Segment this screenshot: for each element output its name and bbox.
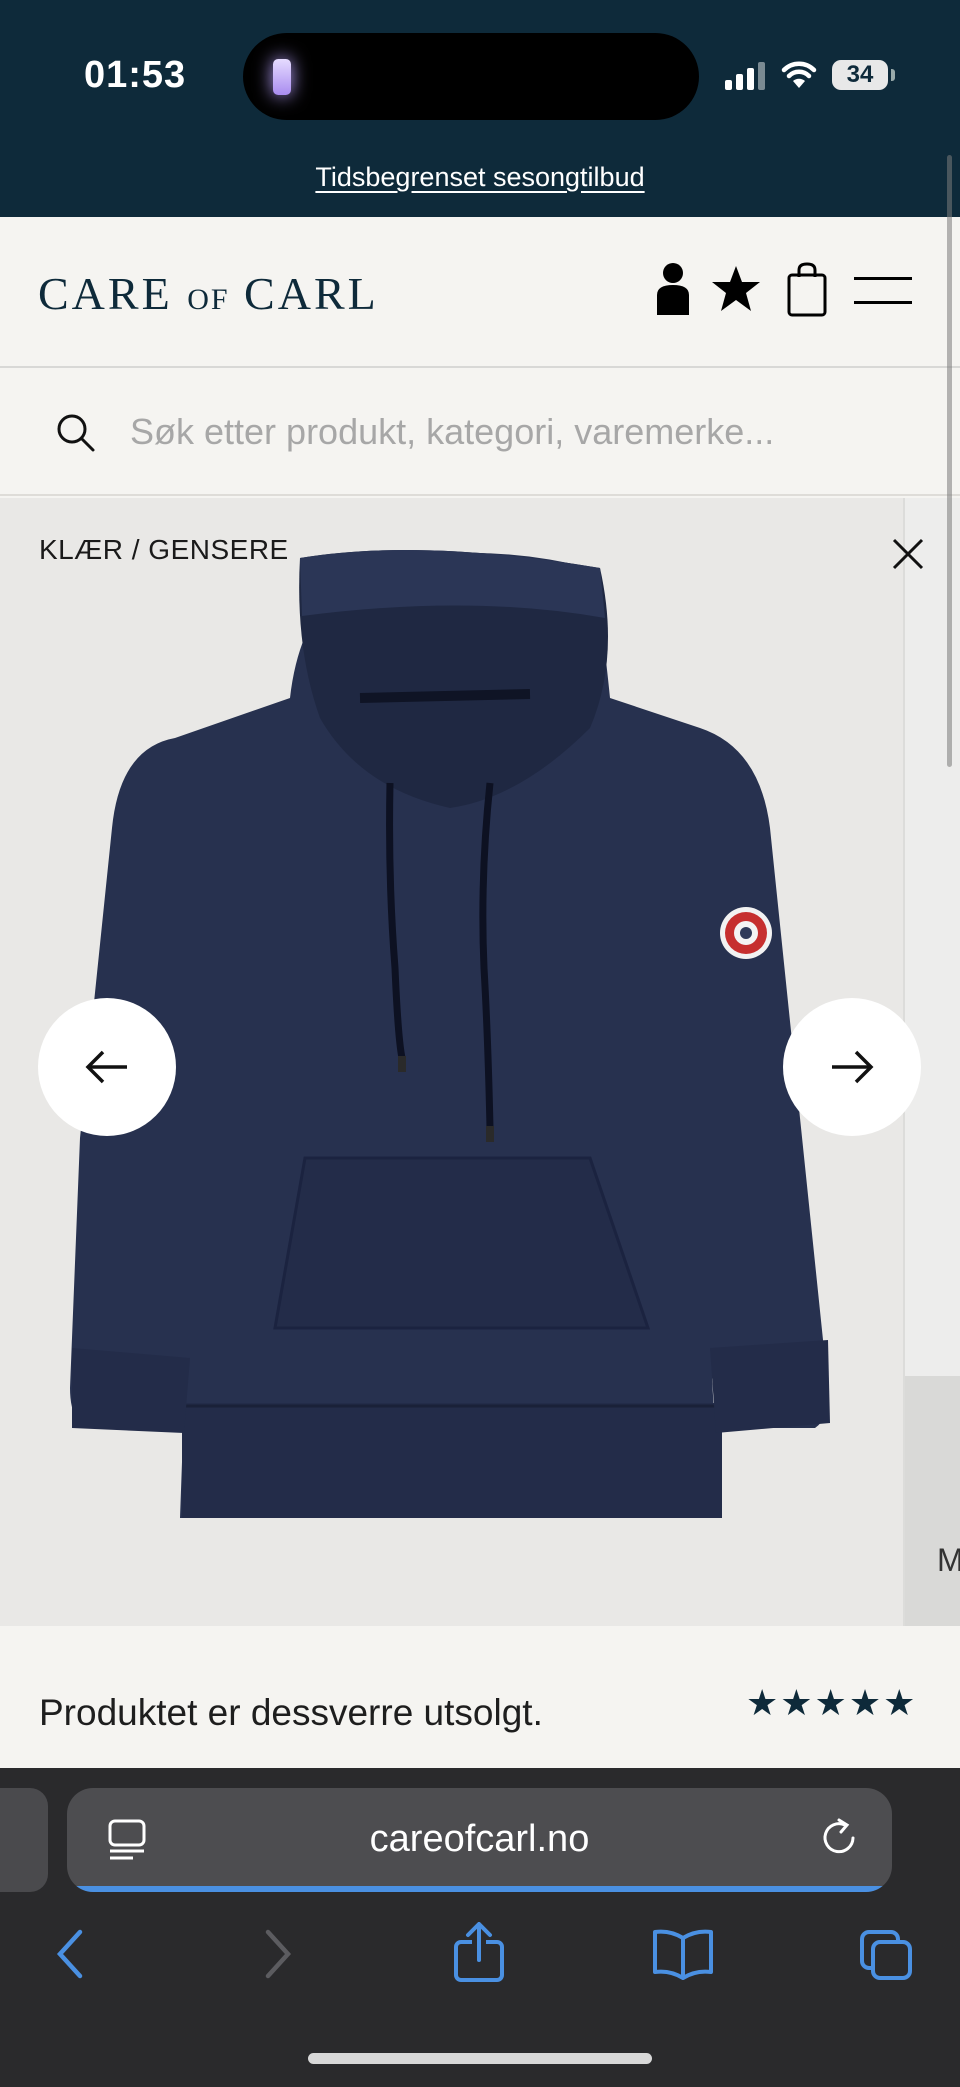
url-text: careofcarl.no [369,1818,590,1860]
rating-stars[interactable]: ★★★★★ [746,1682,917,1724]
top-banner: 01:53 34 Tidsbegrenset sesongtilbud [0,0,960,217]
tabs-icon[interactable] [858,1928,914,1982]
search-input[interactable] [130,400,910,464]
address-bar[interactable]: careofcarl.no [67,1788,892,1892]
next-slide-floor [905,1376,960,1626]
back-icon[interactable] [52,1928,88,1980]
flashlight-icon [273,59,291,95]
product-image-gallery[interactable]: M KLÆR / GENSERE [0,498,960,1626]
menu-hamburger-icon[interactable] [854,277,912,305]
breadcrumb[interactable]: KLÆR / GENSERE [39,534,289,566]
previous-tab-peek[interactable] [0,1788,48,1892]
arrow-right-icon [832,1050,874,1084]
page-scrollbar[interactable] [947,155,952,767]
next-image-button[interactable] [783,998,921,1136]
reload-icon[interactable] [819,1818,859,1858]
shopping-bag-icon[interactable] [787,261,827,317]
forward-icon[interactable] [260,1928,296,1980]
safari-toolbar: careofcarl.no [0,1768,960,2087]
cellular-signal-icon [725,62,765,90]
battery-indicator: 34 [832,60,888,90]
site-logo[interactable]: CARE OF CARL [38,267,379,320]
home-indicator[interactable] [308,2053,652,2064]
previous-image-button[interactable] [38,998,176,1136]
site-header: CARE OF CARL [0,217,960,368]
status-time: 01:53 [84,54,187,96]
wifi-icon [781,61,817,88]
arrow-left-icon [85,1050,127,1084]
close-icon[interactable] [888,534,928,574]
product-info: Produktet er dessverre utsolgt. ★★★★★ [0,1626,960,1768]
battery-cap [891,69,895,81]
dynamic-island [243,33,699,120]
logo-carl: CARL [244,268,379,319]
search-icon [57,414,95,452]
share-icon[interactable] [452,1922,506,1982]
favorites-star-icon[interactable] [711,265,761,313]
promo-link[interactable]: Tidsbegrenset sesongtilbud [0,162,960,193]
sold-out-message: Produktet er dessverre utsolgt. [39,1692,543,1733]
bookmarks-icon[interactable] [652,1928,714,1980]
page-load-progress [67,1886,892,1892]
logo-care: CARE [38,268,173,319]
search-bar [0,370,960,496]
next-slide-letter: M [937,1542,960,1578]
account-icon[interactable] [654,261,692,317]
logo-of: OF [187,283,230,316]
